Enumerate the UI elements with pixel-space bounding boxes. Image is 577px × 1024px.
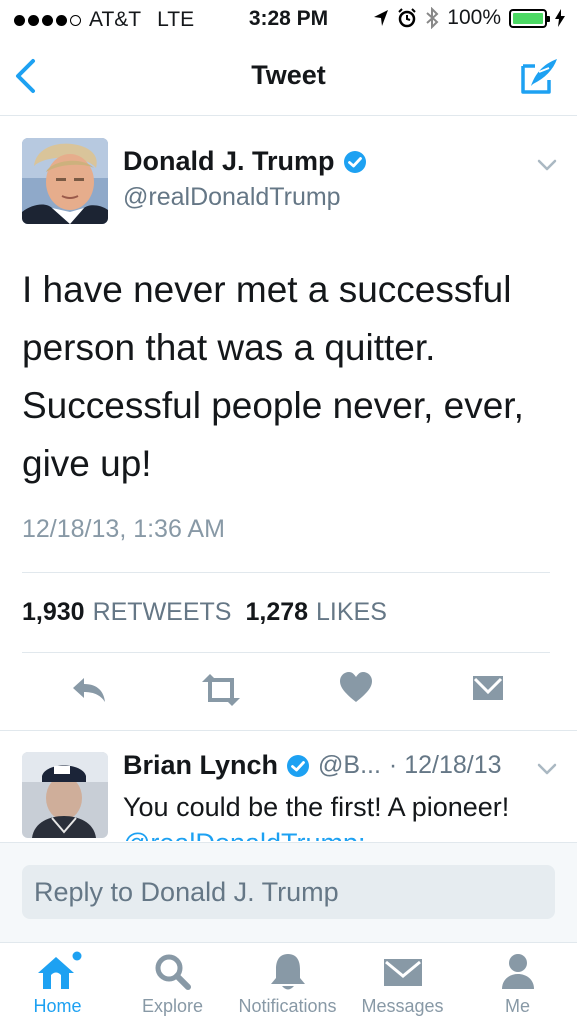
tab-bar: Home Explore Notifications Messages Me [0,942,577,1024]
reply-header: Brian Lynch @B... · 12/18/13 [123,750,502,781]
reply-date: · 12/18/13 [388,751,502,779]
retweets-count: 1,930 [22,598,85,626]
tab-label: Explore [141,996,204,1016]
like-icon [340,672,372,702]
battery-percent: 100% [447,6,501,29]
tab-home[interactable]: Home [0,943,115,1024]
reply-author-avatar[interactable] [22,752,108,838]
bluetooth-icon [426,7,439,29]
envelope-icon [345,951,460,993]
charging-bolt-icon [555,9,565,27]
author-name[interactable]: Donald J. Trump [123,146,335,177]
battery-icon [509,8,550,28]
retweets-label: RETWEETS [92,598,232,626]
tweet-timestamp: 12/18/13, 1:36 AM [22,515,225,543]
bell-icon [230,951,345,993]
reply-text-container[interactable]: You could be the first! A pioneer! @real… [123,789,563,841]
tweet-text: I have never met a successful person tha… [22,269,524,484]
reply-button[interactable] [70,670,108,715]
navigation-bar: Tweet [0,40,577,116]
like-button[interactable] [338,670,374,711]
tweet-actions [0,670,577,714]
reply-text: You could be the first! A pioneer! @real… [123,789,563,841]
chevron-down-icon [537,159,557,171]
reply-body: You could be the first! A pioneer! [123,792,510,822]
home-icon [0,951,115,993]
tab-label: Me [504,996,530,1016]
tab-label: Notifications [238,996,337,1016]
reply-icon [73,678,105,702]
tab-messages[interactable]: Messages [345,943,460,1024]
author-avatar[interactable] [22,138,108,224]
reply-author-name[interactable]: Brian Lynch [123,750,278,781]
divider [0,730,577,731]
direct-message-button[interactable] [470,670,506,711]
tab-notifications[interactable]: Notifications [230,943,345,1024]
tweet-options-button[interactable] [537,158,557,177]
retweet-button[interactable] [198,670,244,715]
reply-author-handle[interactable]: @B... [318,751,381,780]
author-name-row: Donald J. Trump [123,146,367,177]
verified-badge-icon [287,754,310,777]
retweet-icon [202,674,240,706]
reply-bar [0,842,577,942]
chevron-down-icon [537,763,557,775]
divider [22,572,550,573]
tweet-stats: 1,930 RETWEETS 1,278 LIKES [22,598,387,627]
likes-stat[interactable]: 1,278 LIKES [245,598,386,627]
status-bar: AT&T LTE 3:28 PM 100% [0,0,577,40]
verified-badge-icon [343,150,366,173]
author-handle[interactable]: @realDonaldTrump [123,183,341,212]
reply-input[interactable] [22,865,555,919]
compose-tweet-icon [521,59,557,94]
tab-me[interactable]: Me [460,943,575,1024]
reply-options-button[interactable] [537,762,557,781]
reply-mention-link[interactable]: @realDonaldTrump: [123,828,366,841]
search-icon [115,951,230,993]
tab-explore[interactable]: Explore [115,943,230,1024]
person-icon [460,951,575,993]
location-arrow-icon [374,10,389,26]
status-indicators: 100% [373,6,565,30]
page-title: Tweet [251,60,326,90]
tab-label: Home [33,996,82,1016]
tab-label: Messages [361,996,444,1016]
likes-label: LIKES [316,598,387,626]
direct-message-icon [473,676,503,700]
likes-count: 1,278 [245,598,309,626]
compose-tweet-button[interactable] [519,56,559,101]
divider [22,652,550,653]
alarm-icon [398,8,416,28]
retweets-stat[interactable]: 1,930 RETWEETS [22,598,231,627]
